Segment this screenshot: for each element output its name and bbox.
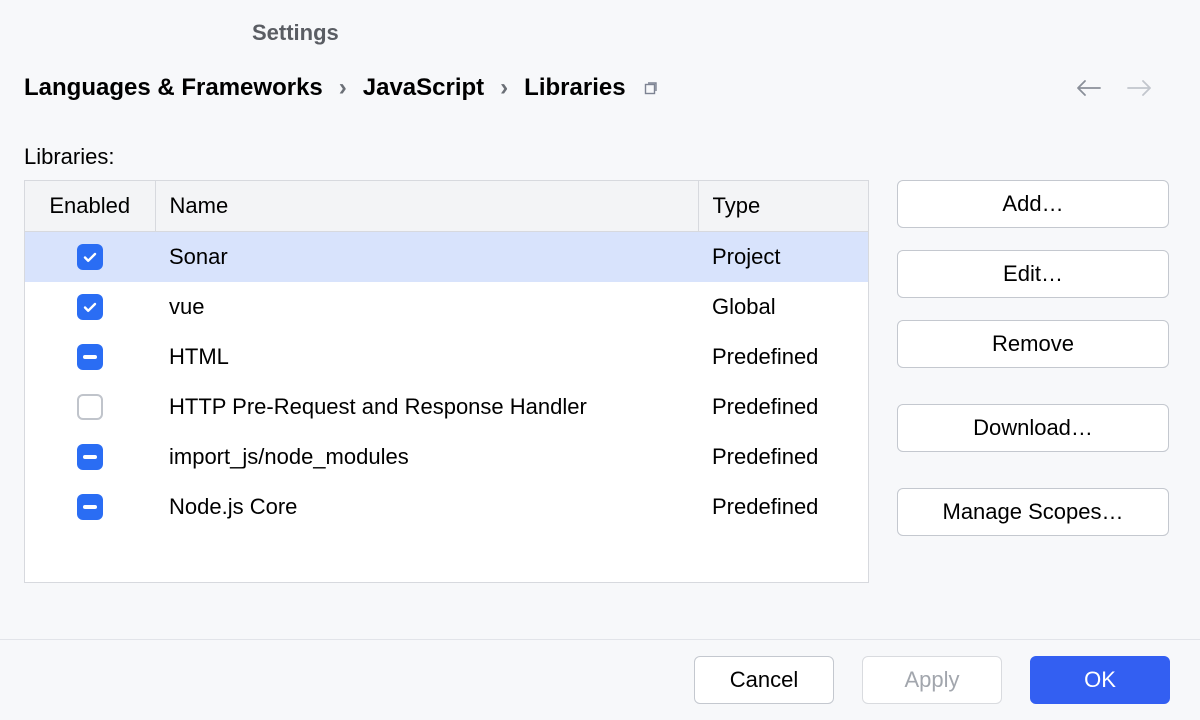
cell-type: Predefined xyxy=(698,482,868,532)
cell-type: Project xyxy=(698,232,868,282)
crumb-libraries[interactable]: Libraries xyxy=(524,74,625,102)
breadcrumb-separator: › xyxy=(498,74,510,102)
manage-scopes-button[interactable]: Manage Scopes… xyxy=(897,488,1169,536)
enabled-checkbox[interactable] xyxy=(77,244,103,270)
cell-type: Global xyxy=(698,282,868,332)
col-type-header[interactable]: Type xyxy=(698,181,868,232)
crumb-languages-frameworks[interactable]: Languages & Frameworks xyxy=(24,74,323,102)
col-enabled-header[interactable]: Enabled xyxy=(25,181,155,232)
footer: Cancel Apply OK xyxy=(0,639,1200,720)
cell-enabled xyxy=(25,432,155,482)
cell-name: Sonar xyxy=(155,232,698,282)
body-row: Enabled Name Type SonarProjectvueGlobalH… xyxy=(24,180,1176,583)
enabled-checkbox[interactable] xyxy=(77,394,103,420)
cell-name: Node.js Core xyxy=(155,482,698,532)
window-title: Settings xyxy=(252,20,1200,46)
table-row[interactable]: Node.js CorePredefined xyxy=(25,482,868,532)
apply-button: Apply xyxy=(862,656,1002,704)
table-spacer xyxy=(25,532,868,582)
table-row[interactable]: vueGlobal xyxy=(25,282,868,332)
col-name-header[interactable]: Name xyxy=(155,181,698,232)
add-button[interactable]: Add… xyxy=(897,180,1169,228)
libraries-label: Libraries: xyxy=(24,144,1176,170)
settings-window: Settings Languages & Frameworks › JavaSc… xyxy=(0,0,1200,720)
forward-arrow-icon[interactable] xyxy=(1126,79,1152,97)
libraries-table: Enabled Name Type SonarProjectvueGlobalH… xyxy=(24,180,869,583)
cell-enabled xyxy=(25,332,155,382)
cell-enabled xyxy=(25,382,155,432)
cell-name: HTML xyxy=(155,332,698,382)
table-row[interactable]: HTMLPredefined xyxy=(25,332,868,382)
breadcrumb-separator: › xyxy=(337,74,349,102)
cancel-button[interactable]: Cancel xyxy=(694,656,834,704)
table-row[interactable]: HTTP Pre-Request and Response HandlerPre… xyxy=(25,382,868,432)
table-row[interactable]: import_js/node_modulesPredefined xyxy=(25,432,868,482)
table-header-row: Enabled Name Type xyxy=(25,181,868,232)
back-arrow-icon[interactable] xyxy=(1076,79,1102,97)
enabled-checkbox[interactable] xyxy=(77,494,103,520)
cell-enabled xyxy=(25,232,155,282)
edit-button[interactable]: Edit… xyxy=(897,250,1169,298)
cell-name: vue xyxy=(155,282,698,332)
table-row[interactable]: SonarProject xyxy=(25,232,868,282)
cell-enabled xyxy=(25,282,155,332)
cell-type: Predefined xyxy=(698,382,868,432)
cell-enabled xyxy=(25,482,155,532)
side-buttons: Add… Edit… Remove Download… Manage Scope… xyxy=(897,180,1169,536)
nav-arrows xyxy=(1076,79,1176,97)
cell-name: HTTP Pre-Request and Response Handler xyxy=(155,382,698,432)
crumb-javascript[interactable]: JavaScript xyxy=(363,74,484,102)
download-button[interactable]: Download… xyxy=(897,404,1169,452)
content: Libraries: Enabled Name Type SonarProjec… xyxy=(0,110,1200,720)
breadcrumb: Languages & Frameworks › JavaScript › Li… xyxy=(24,74,662,102)
cell-name: import_js/node_modules xyxy=(155,432,698,482)
remove-button[interactable]: Remove xyxy=(897,320,1169,368)
enabled-checkbox[interactable] xyxy=(77,344,103,370)
header: Languages & Frameworks › JavaScript › Li… xyxy=(0,56,1200,110)
cell-type: Predefined xyxy=(698,332,868,382)
enabled-checkbox[interactable] xyxy=(77,294,103,320)
titlebar: Settings xyxy=(0,0,1200,56)
cell-type: Predefined xyxy=(698,432,868,482)
enabled-checkbox[interactable] xyxy=(77,444,103,470)
window-restore-icon[interactable] xyxy=(640,77,662,99)
ok-button[interactable]: OK xyxy=(1030,656,1170,704)
